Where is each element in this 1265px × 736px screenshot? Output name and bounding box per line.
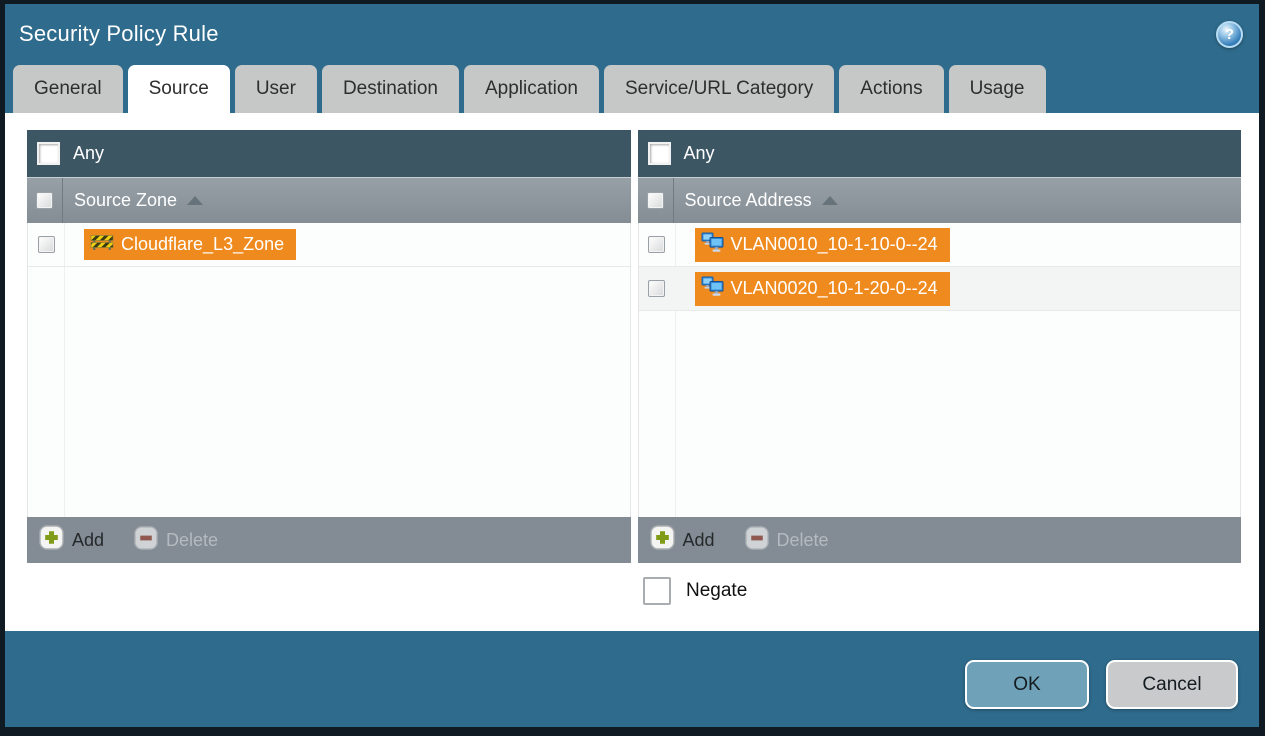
dialog-title: Security Policy Rule <box>19 21 219 46</box>
negate-row: Negate <box>643 577 1241 605</box>
source-address-any-checkbox[interactable] <box>647 142 671 165</box>
delete-button-label: Delete <box>776 529 829 550</box>
tab-bar: General Source User Destination Applicat… <box>5 64 1259 113</box>
ok-button[interactable]: OK <box>965 660 1089 709</box>
row-checkbox[interactable] <box>648 280 665 297</box>
source-zone-column-title: Source Zone <box>74 190 178 210</box>
address-entry-label: VLAN0020_10-1-20-0--24 <box>730 278 938 298</box>
source-address-select-all-checkbox[interactable] <box>646 192 664 209</box>
source-zone-any-label: Any <box>73 143 105 163</box>
delete-zone-button[interactable]: Delete <box>134 525 219 555</box>
table-row[interactable]: VLAN0010_10-1-10-0--24 <box>638 223 1240 267</box>
tab-usage[interactable]: Usage <box>948 65 1046 113</box>
add-plus-icon <box>39 525 64 555</box>
table-row[interactable]: VLAN0020_10-1-20-0--24 <box>638 267 1240 311</box>
zone-entry-chip[interactable]: Cloudflare_L3_Zone <box>84 229 297 260</box>
source-address-panel: Any Source Address VLAN0010_10-1-10-0--2… <box>637 130 1241 563</box>
source-zone-rows: Cloudflare_L3_Zone <box>27 223 631 517</box>
delete-minus-icon <box>134 525 158 555</box>
zone-entry-label: Cloudflare_L3_Zone <box>121 234 285 254</box>
add-button-label: Add <box>72 529 105 550</box>
add-address-button[interactable]: Add <box>649 525 715 555</box>
source-address-column-title: Source Address <box>684 190 812 210</box>
delete-address-button[interactable]: Delete <box>744 525 829 555</box>
source-zone-footer: Add Delete <box>27 517 631 563</box>
add-zone-button[interactable]: Add <box>39 525 104 555</box>
tab-service-url-category[interactable]: Service/URL Category <box>603 65 835 113</box>
tab-source[interactable]: Source <box>127 65 230 113</box>
tab-destination[interactable]: Destination <box>321 65 459 113</box>
titlebar: Security Policy Rule ? <box>5 4 1259 64</box>
address-icon <box>701 232 724 258</box>
security-policy-rule-dialog: Security Policy Rule ? General Source Us… <box>0 0 1265 736</box>
tab-application[interactable]: Application <box>464 65 599 113</box>
source-address-footer: Add Delete <box>637 517 1241 563</box>
cancel-button[interactable]: Cancel <box>1106 660 1238 709</box>
row-checkbox[interactable] <box>37 236 55 253</box>
negate-checkbox[interactable] <box>643 577 671 605</box>
source-zone-column-header[interactable]: Source Zone <box>27 178 631 223</box>
add-plus-icon <box>649 525 675 555</box>
source-address-any-label: Any <box>683 143 715 163</box>
source-zone-any-header: Any <box>27 130 631 178</box>
source-zone-panel: Any Source Zone Cloudflare_L3_Zone Add D… <box>27 130 631 563</box>
tab-actions[interactable]: Actions <box>839 65 944 113</box>
address-entry-chip[interactable]: VLAN0020_10-1-20-0--24 <box>694 271 950 306</box>
address-entry-label: VLAN0010_10-1-10-0--24 <box>730 234 938 254</box>
negate-label: Negate <box>686 580 748 601</box>
tab-user[interactable]: User <box>234 65 317 113</box>
sort-ascending-icon <box>821 196 838 205</box>
address-entry-chip[interactable]: VLAN0010_10-1-10-0--24 <box>694 227 950 262</box>
delete-button-label: Delete <box>166 529 219 550</box>
delete-minus-icon <box>744 525 769 555</box>
source-zone-select-all-checkbox[interactable] <box>36 192 53 209</box>
tab-general[interactable]: General <box>13 65 123 113</box>
help-icon[interactable]: ? <box>1216 20 1243 48</box>
table-row[interactable]: Cloudflare_L3_Zone <box>28 223 630 267</box>
zone-icon <box>90 233 114 256</box>
dialog-footer: OK Cancel <box>5 631 1259 727</box>
row-checkbox[interactable] <box>648 236 665 253</box>
source-address-rows: VLAN0010_10-1-10-0--24 VLAN0020_10-1-20-… <box>637 223 1241 517</box>
source-tab-content: Any Source Zone Cloudflare_L3_Zone Add D… <box>5 113 1259 631</box>
address-icon <box>701 276 724 302</box>
sort-ascending-icon <box>187 196 204 205</box>
source-zone-any-checkbox[interactable] <box>37 142 60 165</box>
source-address-any-header: Any <box>637 130 1241 178</box>
add-button-label: Add <box>682 529 715 550</box>
source-address-column-header[interactable]: Source Address <box>637 178 1241 223</box>
